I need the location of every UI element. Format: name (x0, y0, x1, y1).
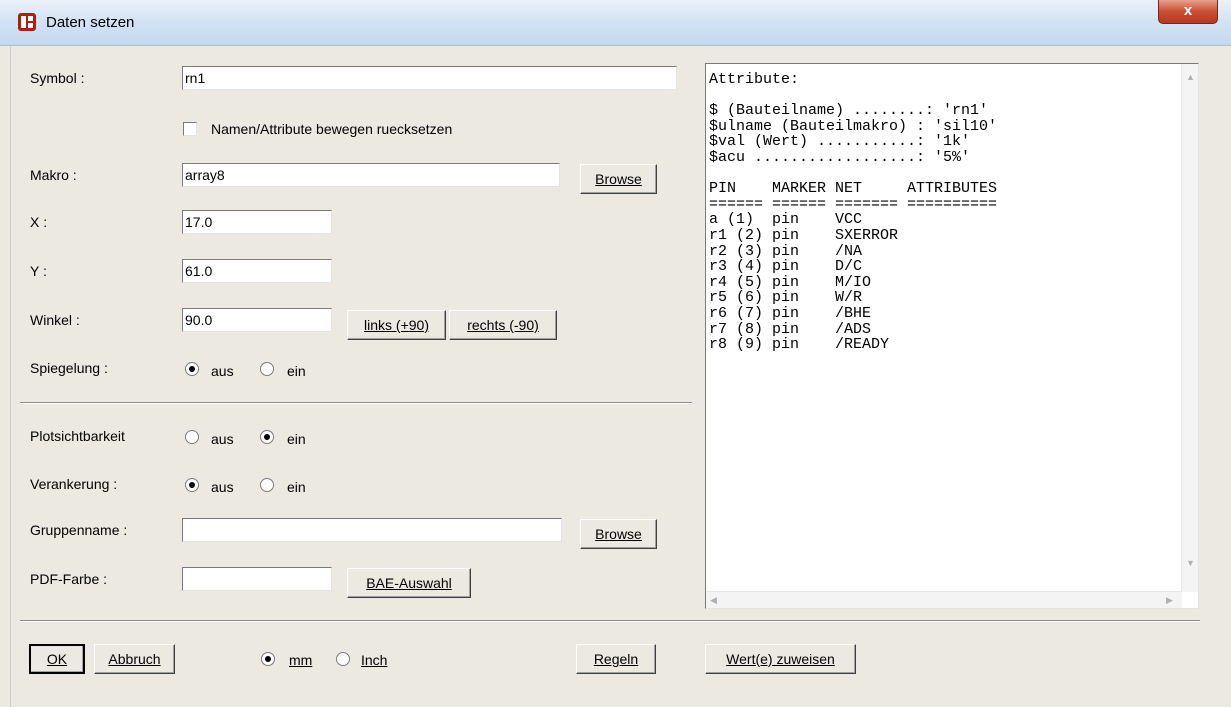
window-title: Daten setzen (46, 14, 135, 31)
y-label: Y : (30, 263, 47, 279)
ok-label: OK (46, 651, 68, 667)
plotsicht-aus-label: aus (211, 431, 234, 447)
abbruch-label: Abbruch (108, 651, 161, 667)
footer-divider (20, 620, 1200, 622)
gruppenname-browse-button[interactable]: Browse (580, 519, 657, 549)
symbol-label: Symbol : (30, 70, 85, 86)
reset-checkbox-label: Namen/Attribute bewegen ruecksetzen (211, 121, 453, 137)
abbruch-button[interactable]: Abbruch (94, 644, 175, 674)
title-bar: Daten setzen x (0, 0, 1231, 46)
plotsicht-aus-radio[interactable] (185, 430, 199, 444)
attributes-text: Attribute: $ (Bauteilname) ........: 'rn… (709, 71, 998, 354)
verankerung-ein-label: ein (287, 479, 306, 495)
plotsicht-ein-radio[interactable] (260, 430, 274, 444)
winkel-label: Winkel : (30, 312, 80, 328)
bae-auswahl-button[interactable]: BAE-Auswahl (347, 568, 471, 598)
horizontal-scrollbar[interactable]: ◀ ▶ (706, 591, 1182, 608)
verankerung-aus-radio[interactable] (185, 478, 199, 492)
makro-label: Makro : (30, 167, 77, 183)
attributes-panel[interactable]: Attribute: $ (Bauteilname) ........: 'rn… (705, 63, 1199, 609)
x-label: X : (30, 214, 48, 230)
rotate-right-label: rechts (-90) (467, 317, 539, 333)
verankerung-label: Verankerung : (30, 476, 118, 492)
rotate-right-button[interactable]: rechts (-90) (449, 310, 557, 340)
app-icon (18, 13, 36, 31)
spiegelung-label: Spiegelung : (30, 360, 108, 376)
plotsicht-label: Plotsichtbarkeit (30, 428, 125, 444)
makro-browse-label: Browse (595, 171, 642, 187)
bae-auswahl-label: BAE-Auswahl (366, 575, 452, 591)
spiegelung-aus-radio[interactable] (185, 362, 199, 376)
regeln-label: Regeln (593, 651, 639, 667)
scroll-left-icon[interactable]: ◀ (710, 595, 717, 606)
scroll-right-icon[interactable]: ▶ (1166, 595, 1173, 606)
makro-input[interactable]: array8 (182, 163, 560, 187)
scroll-up-icon[interactable]: ▲ (1186, 72, 1195, 82)
plotsicht-ein-label: ein (287, 431, 306, 447)
zuweisen-label: Wert(e) zuweisen (726, 651, 835, 667)
regeln-button[interactable]: Regeln (576, 644, 656, 674)
x-input[interactable]: 17.0 (182, 210, 332, 234)
gruppenname-input[interactable] (182, 518, 562, 542)
reset-checkbox[interactable] (183, 122, 197, 136)
gruppenname-label: Gruppenname : (30, 522, 128, 538)
unit-mm-radio[interactable] (261, 652, 275, 666)
makro-browse-button[interactable]: Browse (580, 164, 657, 194)
rotate-left-label: links (+90) (364, 317, 429, 333)
pdf-farbe-input[interactable] (182, 567, 332, 591)
unit-mm-label: mm (289, 652, 313, 668)
pdf-farbe-label: PDF-Farbe : (30, 571, 108, 587)
spiegelung-aus-label: aus (211, 363, 234, 379)
rotate-left-button[interactable]: links (+90) (347, 310, 446, 340)
close-button[interactable]: x (1158, 0, 1218, 24)
verankerung-aus-label: aus (211, 479, 234, 495)
section-divider (20, 402, 692, 404)
symbol-input[interactable]: rn1 (182, 66, 677, 90)
spiegelung-ein-label: ein (287, 363, 306, 379)
unit-inch-radio[interactable] (336, 652, 350, 666)
y-input[interactable]: 61.0 (182, 259, 332, 283)
scroll-down-icon[interactable]: ▼ (1186, 558, 1195, 568)
zuweisen-button[interactable]: Wert(e) zuweisen (705, 644, 856, 674)
vertical-scrollbar[interactable]: ▲ ▼ (1181, 64, 1198, 592)
unit-inch-label: Inch (361, 652, 388, 668)
verankerung-ein-radio[interactable] (260, 478, 274, 492)
ok-button[interactable]: OK (29, 644, 85, 674)
spiegelung-ein-radio[interactable] (260, 362, 274, 376)
close-icon: x (1183, 2, 1193, 19)
winkel-input[interactable]: 90.0 (182, 308, 332, 332)
gruppenname-browse-label: Browse (595, 526, 642, 542)
